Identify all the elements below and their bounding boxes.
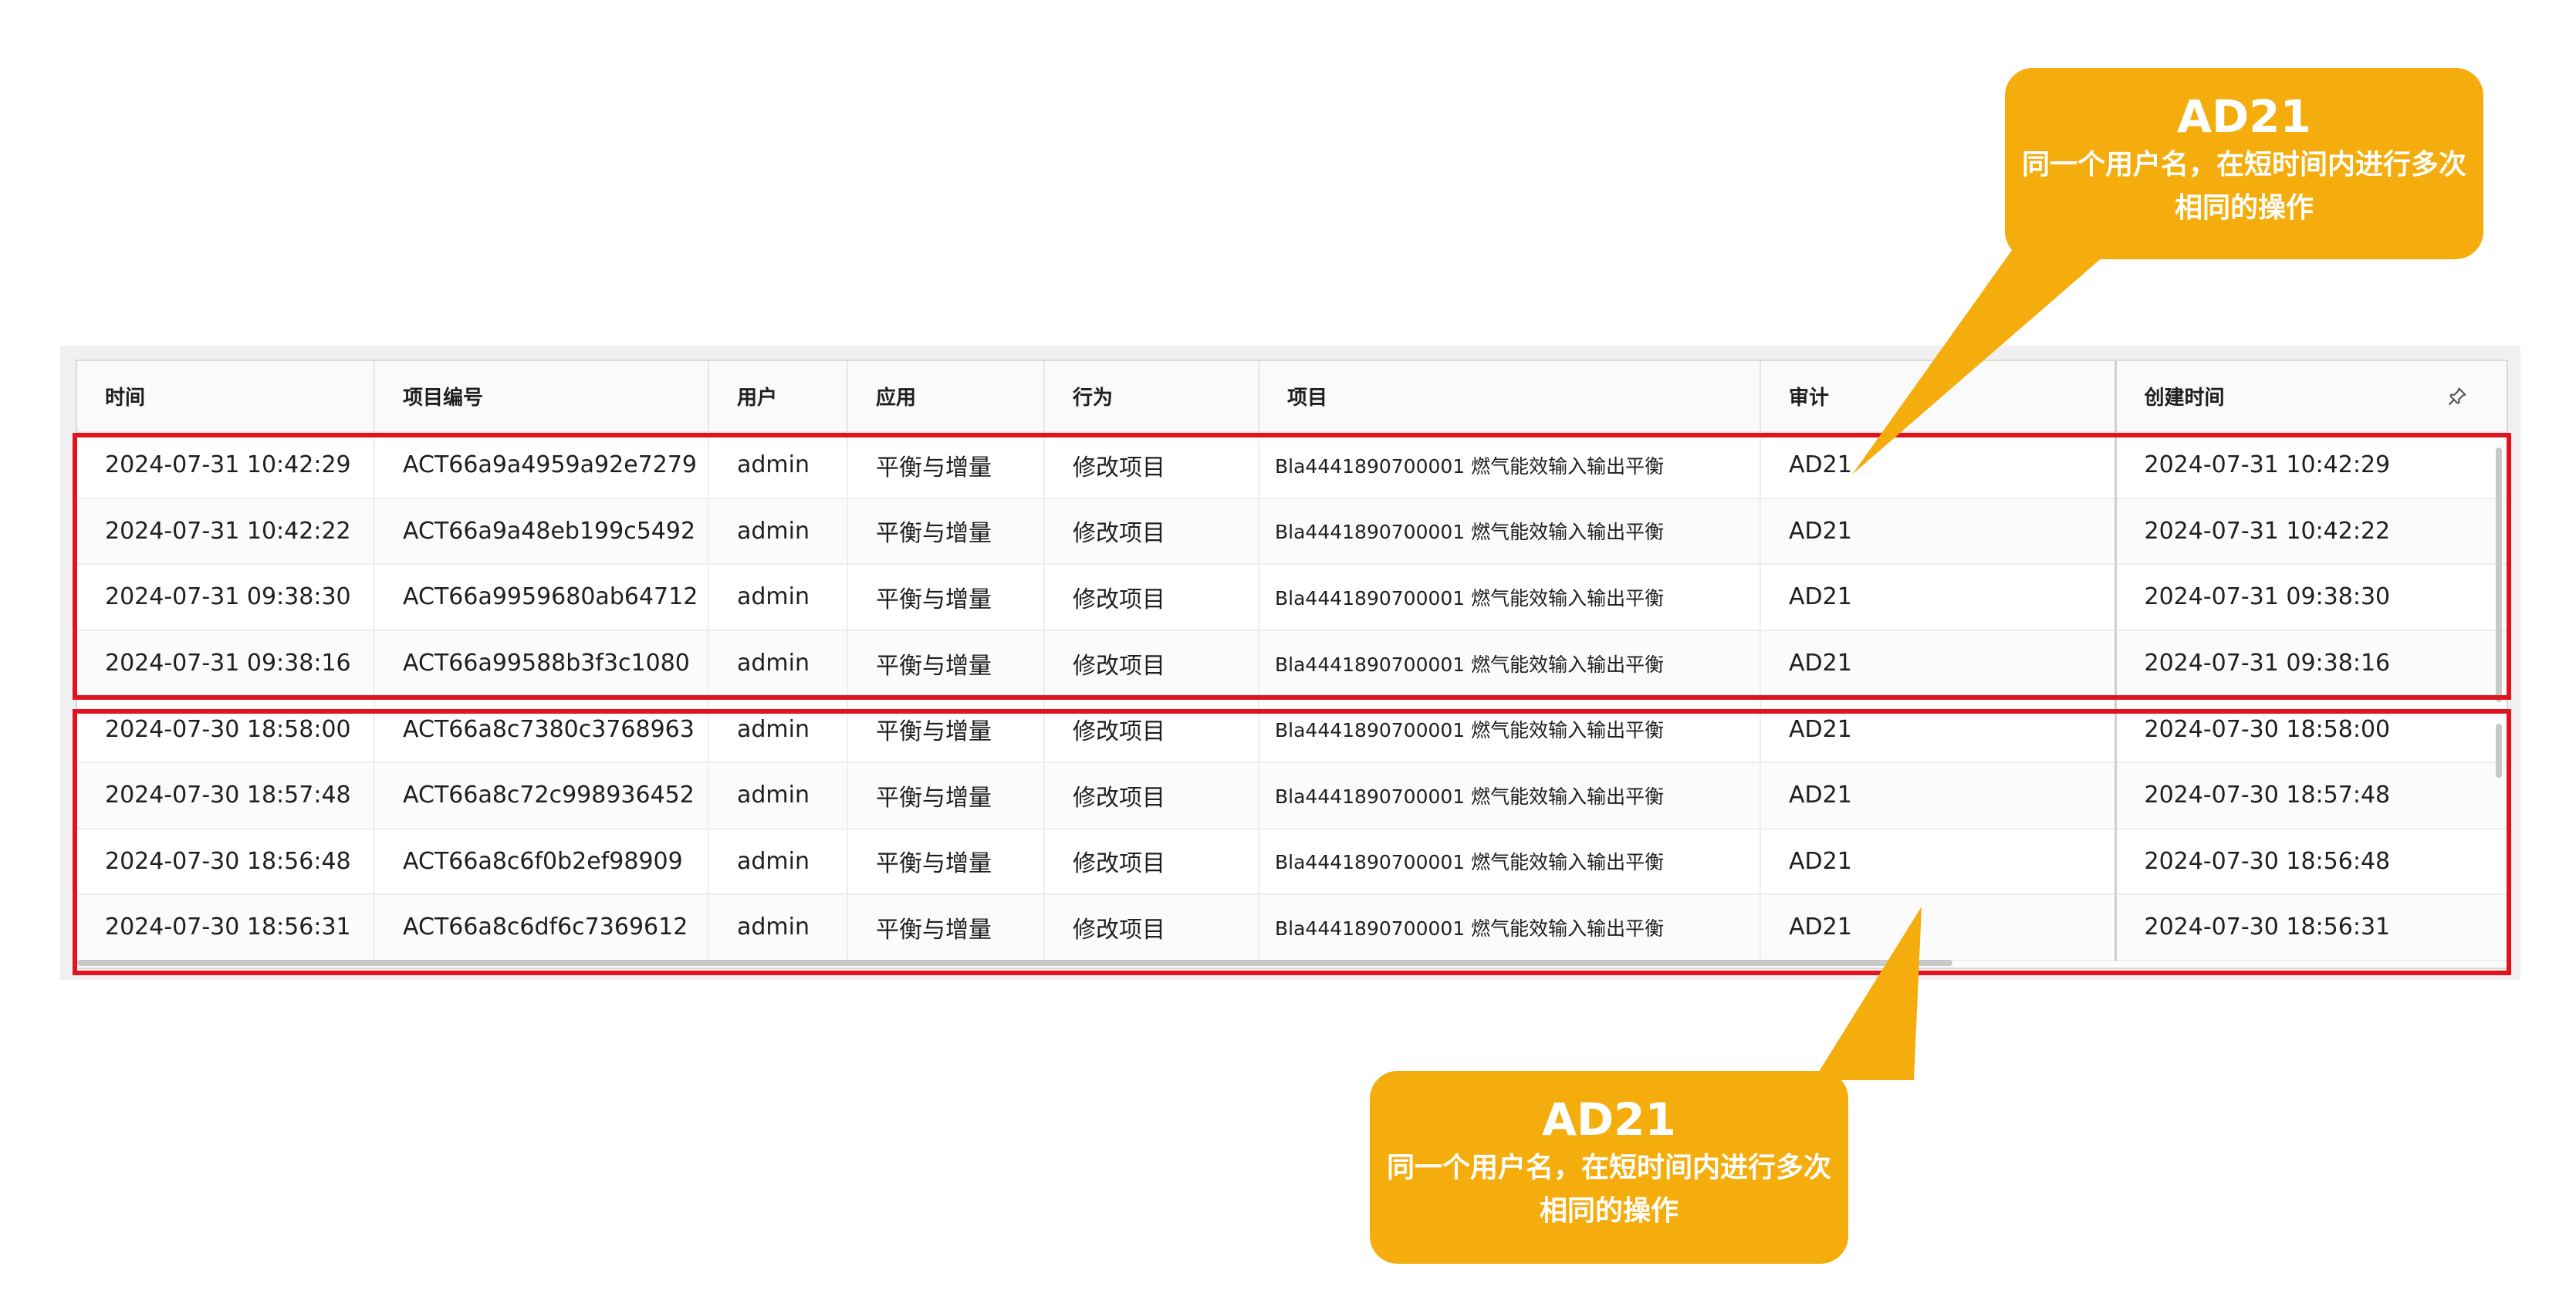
callout-title: AD21 — [2177, 90, 2311, 143]
callout-text: 同一个用户名，在短时间内进行多次相同的操作 — [1386, 1152, 1831, 1227]
callout-pointer-upper — [1852, 247, 2115, 475]
callout-title: AD21 — [1542, 1093, 1676, 1146]
callout-text: 同一个用户名，在短时间内进行多次相同的操作 — [2021, 149, 2466, 224]
callout-upper: AD21 同一个用户名，在短时间内进行多次相同的操作 — [2005, 68, 2483, 259]
callout-lower: AD21 同一个用户名，在短时间内进行多次相同的操作 — [1370, 1071, 1848, 1264]
callout-pointer-lower — [1814, 907, 1922, 1080]
